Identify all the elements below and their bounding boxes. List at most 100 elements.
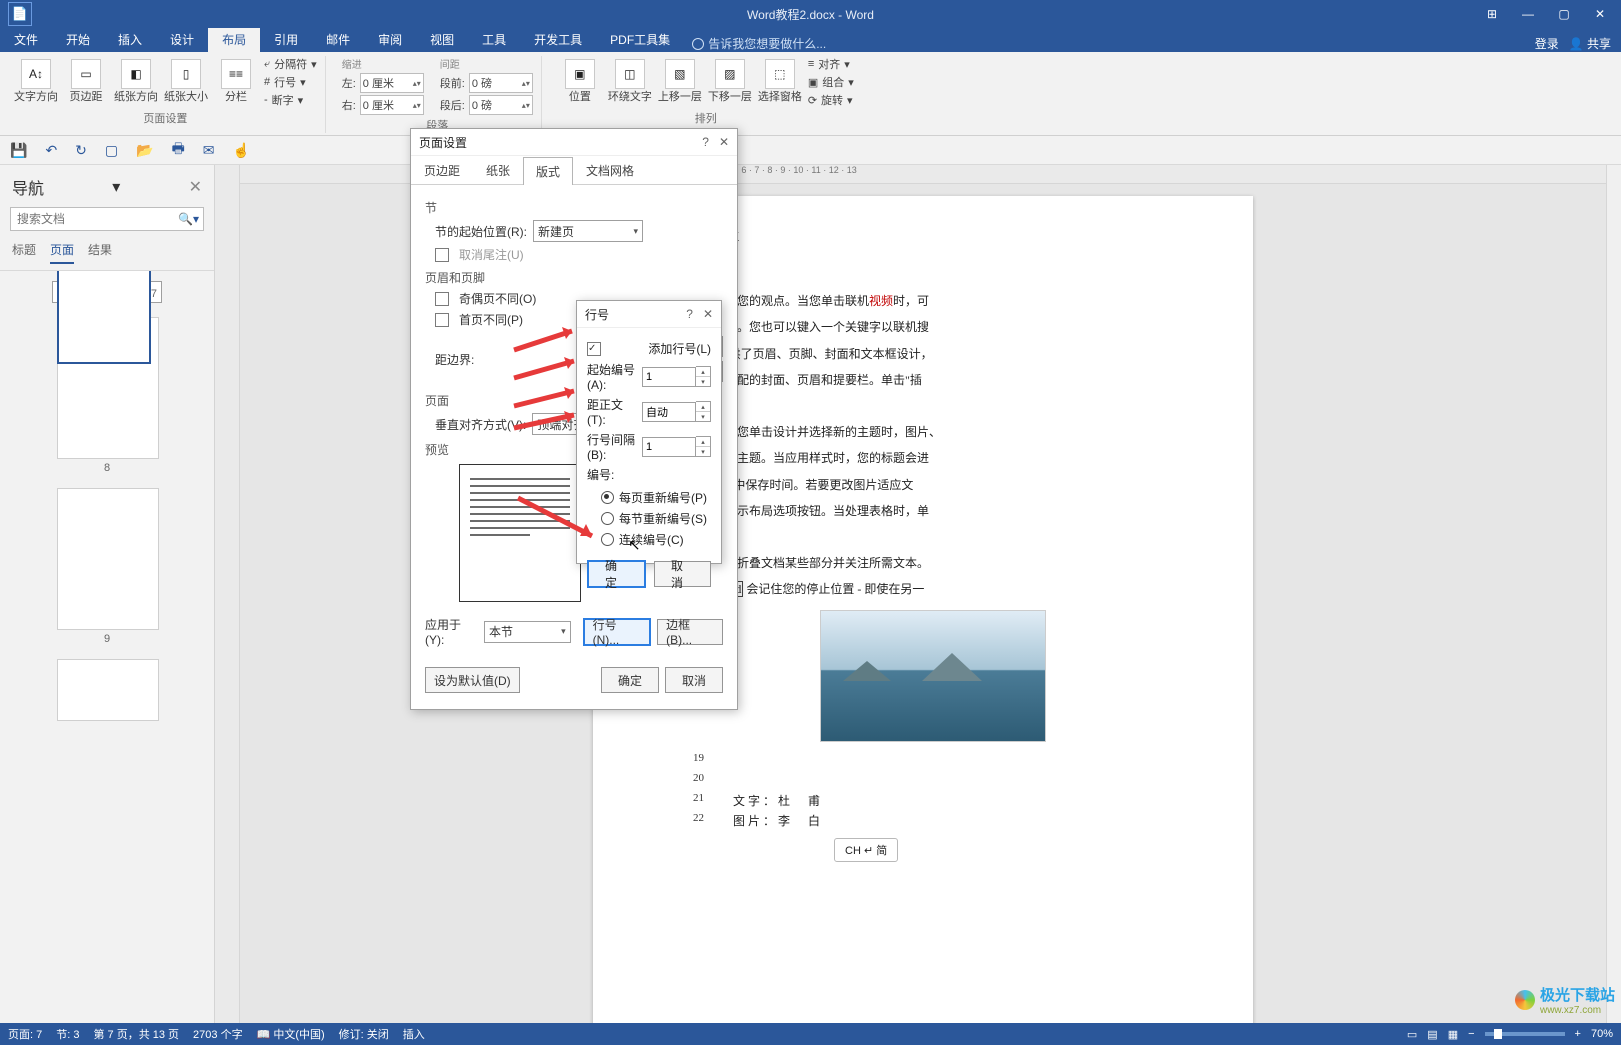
ps-ok-button[interactable]: 确定	[601, 667, 659, 693]
breaks-item[interactable]: ⤶ 分隔符 ▾	[264, 56, 317, 72]
touch-icon[interactable]: ☝	[233, 142, 250, 159]
video-link[interactable]: 视频	[869, 294, 893, 308]
undo-icon[interactable]: ↶	[45, 142, 57, 159]
status-page[interactable]: 页面: 7	[8, 1026, 42, 1042]
columns-button[interactable]: ≡≡分栏	[214, 59, 258, 104]
status-track[interactable]: 修订: 关闭	[339, 1026, 389, 1042]
save-icon[interactable]: 💾	[10, 142, 27, 159]
indent-right-input[interactable]: 0 厘米▴▾	[360, 95, 424, 115]
status-page-of[interactable]: 第 7 页，共 13 页	[93, 1026, 179, 1042]
ln-help-icon[interactable]: ?	[686, 307, 693, 321]
spacing-after-input[interactable]: 0 磅▴▾	[469, 95, 533, 115]
ln-ok-button[interactable]: 确定	[587, 560, 646, 588]
nav-dropdown-icon[interactable]: ▾	[112, 177, 120, 197]
set-default-button[interactable]: 设为默认值(D)	[425, 667, 520, 693]
position-button[interactable]: ▣位置	[558, 59, 602, 104]
start-number-spinner[interactable]: ▴▾	[642, 366, 711, 387]
nav-tab-pages[interactable]: 页面	[50, 241, 74, 264]
tab-pdf[interactable]: PDF工具集	[596, 27, 684, 52]
ln-cancel-button[interactable]: 取消	[654, 561, 711, 587]
align-item[interactable]: ≡ 对齐 ▾	[808, 56, 854, 72]
tab-layout[interactable]: 布局	[208, 27, 260, 52]
oddeven-checkbox[interactable]	[435, 292, 449, 306]
text-direction-button[interactable]: A↕文字方向	[14, 59, 58, 104]
maximize-icon[interactable]: ▢	[1547, 2, 1581, 26]
zoom-out-icon[interactable]: −	[1468, 1028, 1474, 1040]
interval-value[interactable]	[642, 437, 696, 457]
ps-tab-paper[interactable]: 纸张	[473, 156, 523, 184]
rotate-item[interactable]: ⟳ 旋转 ▾	[808, 92, 854, 108]
add-line-number-checkbox[interactable]	[587, 342, 601, 356]
ln-close-icon[interactable]: ✕	[703, 307, 713, 321]
restart-each-section-radio[interactable]: 每节重新编号(S)	[587, 508, 711, 529]
apply-to-select[interactable]: 本节▾	[484, 621, 571, 643]
spacing-before-input[interactable]: 0 磅▴▾	[469, 73, 533, 93]
ps-tab-layout[interactable]: 版式	[523, 157, 573, 185]
borders-button[interactable]: 边框(B)...	[657, 619, 723, 645]
indent-left-input[interactable]: 0 厘米▴▾	[360, 73, 424, 93]
selection-pane-button[interactable]: ⬚选择窗格	[758, 59, 802, 104]
size-button[interactable]: ▯纸张大小	[164, 59, 208, 104]
group-item[interactable]: ▣ 组合 ▾	[808, 74, 854, 90]
tab-design[interactable]: 设计	[156, 27, 208, 52]
tab-file[interactable]: 文件	[0, 27, 52, 52]
tab-review[interactable]: 审阅	[364, 27, 416, 52]
nav-tab-results[interactable]: 结果	[88, 241, 112, 264]
interval-spinner[interactable]: ▴▾	[642, 436, 711, 457]
status-lang[interactable]: 📖 中文(中国)	[257, 1026, 325, 1042]
zoom-knob[interactable]	[1494, 1029, 1502, 1039]
thumbnail-9[interactable]: 9	[57, 488, 157, 645]
tab-home[interactable]: 开始	[52, 27, 104, 52]
status-words[interactable]: 2703 个字	[193, 1026, 243, 1042]
tab-references[interactable]: 引用	[260, 27, 312, 52]
firstpage-checkbox[interactable]	[435, 313, 449, 327]
start-number-value[interactable]	[642, 367, 696, 387]
redo-icon[interactable]: ↻	[75, 142, 87, 159]
nav-search-input[interactable]	[15, 211, 178, 227]
bring-forward-button[interactable]: ▧上移一层	[658, 59, 702, 104]
orientation-button[interactable]: ◧纸张方向	[114, 59, 158, 104]
view-read-icon[interactable]: ▭	[1407, 1028, 1417, 1041]
restart-each-page-radio[interactable]: 每页重新编号(P)	[587, 487, 711, 508]
tab-developer[interactable]: 开发工具	[520, 27, 596, 52]
sign-in[interactable]: 登录	[1535, 35, 1559, 52]
thumbnail-10[interactable]	[57, 659, 157, 721]
print-preview-icon[interactable]: 🖶	[172, 138, 185, 162]
tab-insert[interactable]: 插入	[104, 27, 156, 52]
wrap-text-button[interactable]: ◫环绕文字	[608, 59, 652, 104]
distance-spinner[interactable]: ▴▾	[642, 401, 711, 422]
line-numbers-item[interactable]: # 行号 ▾	[264, 74, 317, 90]
minimize-icon[interactable]: —	[1511, 2, 1545, 26]
vertical-scrollbar[interactable]	[1606, 165, 1621, 1023]
nav-search[interactable]: 🔍▾	[10, 207, 204, 231]
distance-value[interactable]	[642, 402, 696, 422]
email-icon[interactable]: ✉	[203, 142, 215, 159]
tab-view[interactable]: 视图	[416, 27, 468, 52]
thumbnail-7[interactable]: 7	[52, 281, 162, 303]
tell-me[interactable]: 告诉我您想要做什么...	[692, 35, 826, 52]
ps-tab-grid[interactable]: 文档网格	[573, 156, 647, 184]
tab-tools[interactable]: 工具	[468, 27, 520, 52]
nav-close-icon[interactable]: ✕	[189, 177, 202, 197]
ribbon-options-icon[interactable]: ⊞	[1475, 2, 1509, 26]
status-insert[interactable]: 插入	[403, 1026, 425, 1042]
tab-mailings[interactable]: 邮件	[312, 27, 364, 52]
view-web-icon[interactable]: ▦	[1448, 1028, 1458, 1041]
dialog-help-icon[interactable]: ?	[702, 135, 709, 149]
search-icon[interactable]: 🔍▾	[178, 212, 199, 226]
send-backward-button[interactable]: ▨下移一层	[708, 59, 752, 104]
continuous-radio[interactable]: 连续编号(C)	[587, 529, 711, 550]
zoom-in-icon[interactable]: +	[1575, 1028, 1581, 1040]
ps-cancel-button[interactable]: 取消	[665, 667, 723, 693]
open-icon[interactable]: 📂	[136, 142, 153, 159]
section-start-select[interactable]: 新建页▾	[533, 220, 643, 242]
zoom-slider[interactable]	[1485, 1032, 1565, 1036]
margins-button[interactable]: ▭页边距	[64, 59, 108, 104]
new-icon[interactable]: ▢	[105, 142, 118, 159]
close-icon[interactable]: ✕	[1583, 2, 1617, 26]
share-button[interactable]: 👤 共享	[1569, 35, 1611, 52]
line-numbers-button[interactable]: 行号(N)...	[583, 618, 652, 646]
zoom-level[interactable]: 70%	[1591, 1028, 1613, 1040]
view-print-icon[interactable]: ▤	[1427, 1028, 1437, 1041]
nav-tab-headings[interactable]: 标题	[12, 241, 36, 264]
